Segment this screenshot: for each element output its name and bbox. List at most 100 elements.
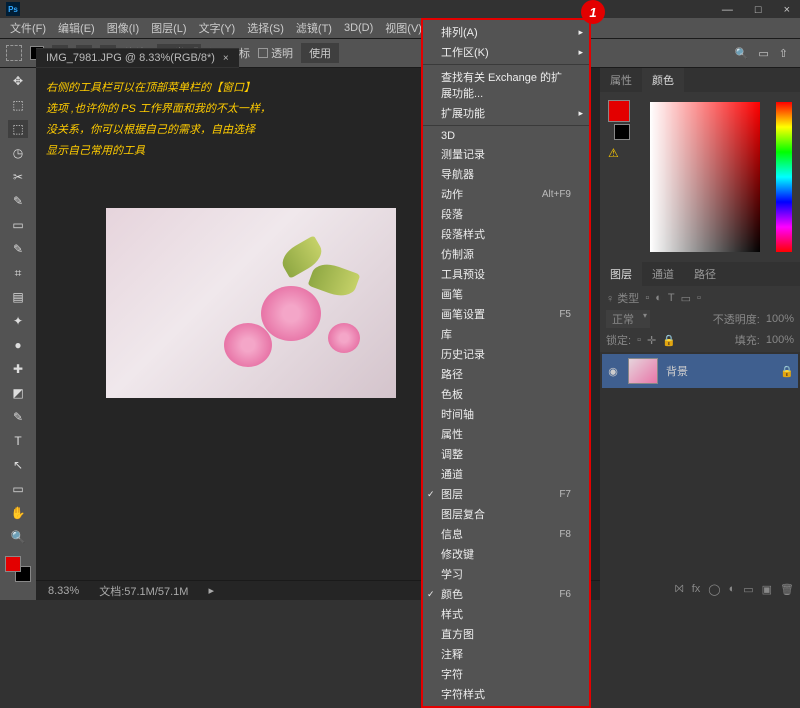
- menu-item[interactable]: 时间轴: [423, 404, 589, 424]
- menu-type[interactable]: 文字(Y): [193, 18, 242, 38]
- heal-tool[interactable]: ✎: [8, 240, 28, 258]
- window-min-icon[interactable]: —: [716, 2, 739, 18]
- window-close-icon[interactable]: ×: [778, 2, 796, 18]
- filter-adj-icon[interactable]: ◐: [655, 292, 662, 304]
- marquee-tool[interactable]: ⬚: [8, 96, 28, 114]
- fg-bg-colors[interactable]: [5, 556, 31, 582]
- path-select-tool[interactable]: ↖: [8, 456, 28, 474]
- blend-mode-select[interactable]: 正常: [606, 310, 650, 328]
- filter-smart-icon[interactable]: ▫: [697, 292, 701, 304]
- menu-item[interactable]: ✓颜色F6: [423, 584, 589, 604]
- menu-item[interactable]: 扩展功能: [423, 103, 589, 123]
- menu-select[interactable]: 选择(S): [241, 18, 290, 38]
- clone-tool[interactable]: ▤: [8, 288, 28, 306]
- layer-mask-icon[interactable]: ◯: [708, 583, 720, 596]
- menu-item[interactable]: 查找有关 Exchange 的扩展功能...: [423, 67, 589, 103]
- menu-image[interactable]: 图像(I): [101, 18, 145, 38]
- document-image[interactable]: [106, 208, 396, 398]
- document-tab[interactable]: IMG_7981.JPG @ 8.33%(RGB/8*) ×: [36, 49, 239, 67]
- pen-tool[interactable]: ✎: [8, 408, 28, 426]
- layer-thumbnail[interactable]: [628, 358, 658, 384]
- menu-filter[interactable]: 滤镜(T): [290, 18, 338, 38]
- new-fill-icon[interactable]: ◐: [729, 583, 736, 595]
- filter-shape-icon[interactable]: ▭: [681, 292, 691, 305]
- menu-item[interactable]: 段落: [423, 204, 589, 224]
- fill-value[interactable]: 100%: [766, 334, 794, 346]
- menu-layer[interactable]: 图层(L): [145, 18, 192, 38]
- menu-item[interactable]: ✓图层F7: [423, 484, 589, 504]
- shape-tool[interactable]: ▭: [8, 480, 28, 498]
- chevron-right-icon[interactable]: ▸: [208, 584, 214, 597]
- menu-3d[interactable]: 3D(D): [338, 20, 379, 36]
- new-group-icon[interactable]: ▭: [743, 583, 753, 596]
- share-icon[interactable]: ⇧: [779, 47, 788, 60]
- menu-item[interactable]: 字符: [423, 664, 589, 684]
- tab-channels[interactable]: 通道: [642, 262, 684, 286]
- tab-color[interactable]: 颜色: [642, 68, 684, 92]
- zoom-level[interactable]: 8.33%: [48, 585, 79, 597]
- brush-tool[interactable]: ⌗: [8, 264, 28, 282]
- menu-item[interactable]: 直方图: [423, 624, 589, 644]
- menu-item[interactable]: 历史记录: [423, 344, 589, 364]
- menu-item[interactable]: 导航器: [423, 164, 589, 184]
- menu-item[interactable]: 库: [423, 324, 589, 344]
- layer-name[interactable]: 背景: [666, 363, 688, 379]
- color-fg-swatch[interactable]: [608, 100, 630, 122]
- menu-item[interactable]: 工作区(K): [423, 42, 589, 62]
- tab-properties[interactable]: 属性: [600, 68, 642, 92]
- menu-item[interactable]: 3D: [423, 128, 589, 144]
- lasso-tool[interactable]: ⬚: [8, 120, 28, 138]
- menu-item[interactable]: 信息F8: [423, 524, 589, 544]
- lock-position-icon[interactable]: ✛: [647, 334, 656, 347]
- hand-tool[interactable]: ✋: [8, 504, 28, 522]
- menu-item[interactable]: 排列(A): [423, 22, 589, 42]
- menu-item[interactable]: 画笔: [423, 284, 589, 304]
- menu-item[interactable]: 段落样式: [423, 224, 589, 244]
- menu-item[interactable]: 仿制源: [423, 244, 589, 264]
- layer-row[interactable]: ◉ 背景 🔒: [602, 354, 798, 388]
- move-tool[interactable]: ✥: [8, 72, 28, 90]
- tool-preset-icon[interactable]: [6, 45, 22, 61]
- new-layer-icon[interactable]: ▣: [762, 583, 772, 596]
- frame-tool[interactable]: ▭: [8, 216, 28, 234]
- link-layers-icon[interactable]: ⨝: [675, 583, 684, 596]
- crop-tool[interactable]: ✂: [8, 168, 28, 186]
- menu-item[interactable]: 学习: [423, 564, 589, 584]
- color-field[interactable]: [650, 102, 760, 252]
- eyedropper-tool[interactable]: ✎: [8, 192, 28, 210]
- search-icon[interactable]: 🔍: [735, 47, 749, 60]
- menu-edit[interactable]: 编辑(E): [52, 18, 101, 38]
- close-tab-icon[interactable]: ×: [223, 53, 229, 64]
- menu-item[interactable]: 调整: [423, 444, 589, 464]
- gradient-tool[interactable]: ✚: [8, 360, 28, 378]
- menu-item[interactable]: 通道: [423, 464, 589, 484]
- menu-item[interactable]: 色板: [423, 384, 589, 404]
- use-button[interactable]: 使用: [301, 43, 339, 63]
- lock-all-icon[interactable]: 🔒: [662, 334, 676, 347]
- menu-item[interactable]: 修改键: [423, 544, 589, 564]
- window-max-icon[interactable]: □: [749, 2, 768, 18]
- tab-layers[interactable]: 图层: [600, 262, 642, 286]
- menu-item[interactable]: 路径: [423, 364, 589, 384]
- menu-item[interactable]: 测量记录: [423, 144, 589, 164]
- menu-item[interactable]: 字符样式: [423, 684, 589, 704]
- transparent-checkbox[interactable]: [258, 48, 268, 58]
- workspace-icon[interactable]: ▭: [758, 47, 768, 60]
- filter-type-icon[interactable]: T: [668, 292, 675, 304]
- menu-item[interactable]: 样式: [423, 604, 589, 624]
- delete-layer-icon[interactable]: 🗑: [780, 583, 794, 596]
- menu-item[interactable]: 注释: [423, 644, 589, 664]
- type-tool[interactable]: T: [8, 432, 28, 450]
- tab-paths[interactable]: 路径: [684, 262, 726, 286]
- opacity-value[interactable]: 100%: [766, 313, 794, 325]
- menu-item[interactable]: 属性: [423, 424, 589, 444]
- layer-fx-icon[interactable]: fx: [692, 583, 701, 595]
- history-brush-tool[interactable]: ✦: [8, 312, 28, 330]
- eraser-tool[interactable]: ●: [8, 336, 28, 354]
- magic-wand-tool[interactable]: ◷: [8, 144, 28, 162]
- blur-tool[interactable]: ◩: [8, 384, 28, 402]
- menu-item[interactable]: 图层复合: [423, 504, 589, 524]
- menu-item[interactable]: 动作Alt+F9: [423, 184, 589, 204]
- menu-item[interactable]: 画笔设置F5: [423, 304, 589, 324]
- lock-pixels-icon[interactable]: ▫: [637, 334, 641, 346]
